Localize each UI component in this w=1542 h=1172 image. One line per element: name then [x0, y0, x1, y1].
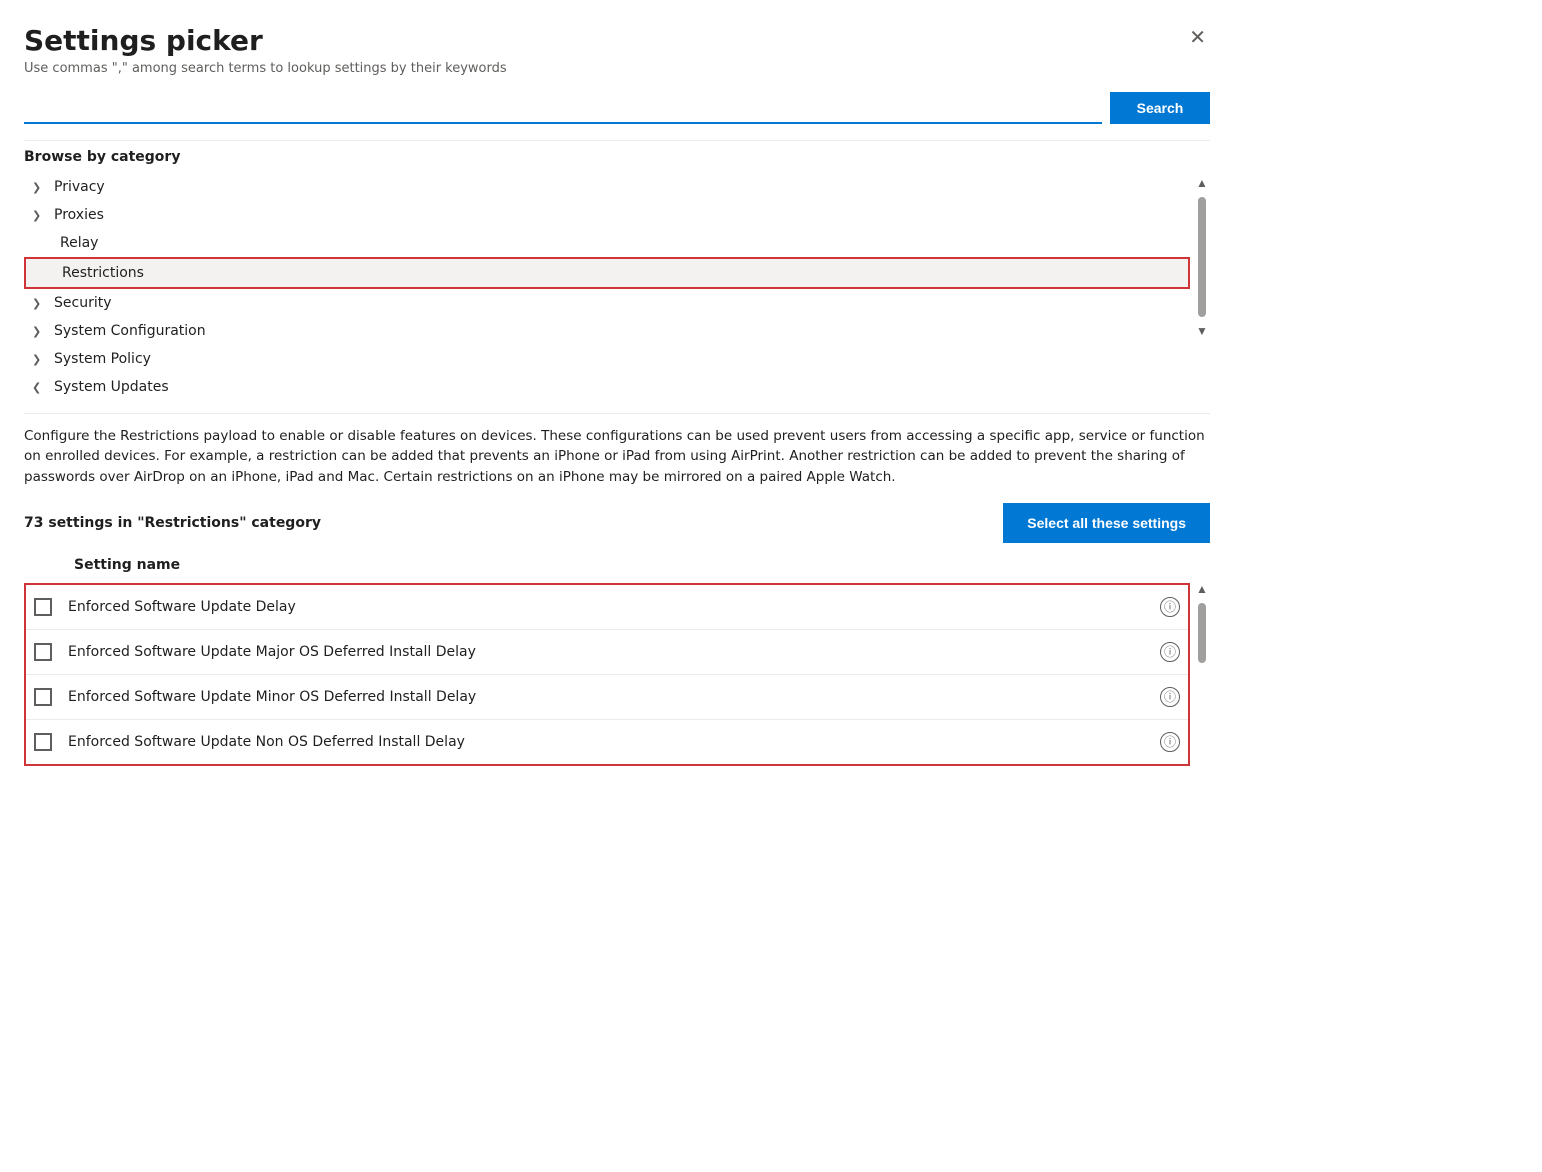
table-row: Enforced Software Update Non OS Deferred…: [26, 720, 1188, 764]
setting-name-4: Enforced Software Update Non OS Deferred…: [68, 734, 1160, 750]
table-row: Enforced Software Update Major OS Deferr…: [26, 630, 1188, 675]
category-label: System Configuration: [54, 323, 206, 339]
category-label: System Policy: [54, 351, 151, 367]
chevron-down-icon: ❮: [32, 381, 48, 394]
close-button[interactable]: ✕: [1185, 24, 1210, 52]
chevron-right-icon: ❯: [32, 297, 48, 310]
category-item-system-configuration[interactable]: ❯ System Configuration: [24, 317, 1190, 345]
info-icon-3[interactable]: ⓘ: [1160, 687, 1180, 707]
category-scrollbar[interactable]: ▲ ▼: [1194, 173, 1210, 401]
browse-category-label: Browse by category: [24, 149, 1210, 165]
setting-checkbox-4[interactable]: [34, 733, 52, 751]
category-label: System Updates: [54, 379, 169, 395]
chevron-right-icon: ❯: [32, 325, 48, 338]
settings-scrollbar[interactable]: ▲: [1194, 579, 1210, 667]
category-label: Relay: [60, 235, 98, 251]
search-button[interactable]: Search: [1110, 92, 1210, 124]
select-all-button[interactable]: Select all these settings: [1003, 503, 1210, 543]
info-icon-4[interactable]: ⓘ: [1160, 732, 1180, 752]
category-item-security[interactable]: ❯ Security: [24, 289, 1190, 317]
top-divider: [24, 140, 1210, 141]
category-label: Restrictions: [62, 265, 144, 281]
settings-count: 73 settings in "Restrictions" category: [24, 515, 321, 531]
description-text: Configure the Restrictions payload to en…: [24, 426, 1210, 487]
settings-count-row: 73 settings in "Restrictions" category S…: [24, 503, 1210, 543]
category-list-wrapper: ❯ Privacy ❯ Proxies Relay Restrictions ❯…: [24, 173, 1210, 401]
search-row: Search: [24, 92, 1210, 124]
chevron-right-icon: ❯: [32, 181, 48, 194]
setting-checkbox-3[interactable]: [34, 688, 52, 706]
info-icon-1[interactable]: ⓘ: [1160, 597, 1180, 617]
category-item-restrictions[interactable]: Restrictions: [24, 257, 1190, 289]
info-icon-2[interactable]: ⓘ: [1160, 642, 1180, 662]
setting-checkbox-1[interactable]: [34, 598, 52, 616]
middle-divider: [24, 413, 1210, 414]
table-row: Enforced Software Update Minor OS Deferr…: [26, 675, 1188, 720]
search-input[interactable]: [24, 92, 1102, 124]
table-row: Enforced Software Update Delay ⓘ: [26, 585, 1188, 630]
settings-picker-dialog: Settings picker ✕ Use commas "," among s…: [0, 0, 1242, 1100]
scroll-thumb[interactable]: [1198, 197, 1206, 317]
category-item-proxies[interactable]: ❯ Proxies: [24, 201, 1190, 229]
settings-scroll-thumb[interactable]: [1198, 603, 1206, 663]
category-item-system-policy[interactable]: ❯ System Policy: [24, 345, 1190, 373]
dialog-subtitle: Use commas "," among search terms to loo…: [24, 61, 1210, 76]
settings-scroll-up-arrow[interactable]: ▲: [1196, 579, 1208, 599]
category-item-system-updates[interactable]: ❮ System Updates: [24, 373, 1190, 401]
column-header: Setting name: [24, 551, 1210, 579]
dialog-title: Settings picker: [24, 24, 263, 57]
scroll-up-arrow[interactable]: ▲: [1196, 173, 1208, 193]
setting-name-2: Enforced Software Update Major OS Deferr…: [68, 644, 1160, 660]
category-item-relay[interactable]: Relay: [24, 229, 1190, 257]
setting-name-3: Enforced Software Update Minor OS Deferr…: [68, 689, 1160, 705]
settings-list: Enforced Software Update Delay ⓘ Enforce…: [24, 583, 1190, 766]
category-label: Proxies: [54, 207, 104, 223]
chevron-right-icon: ❯: [32, 209, 48, 222]
category-label: Security: [54, 295, 112, 311]
category-item-privacy[interactable]: ❯ Privacy: [24, 173, 1190, 201]
dialog-header: Settings picker ✕: [24, 24, 1210, 57]
setting-checkbox-2[interactable]: [34, 643, 52, 661]
category-list: ❯ Privacy ❯ Proxies Relay Restrictions ❯…: [24, 173, 1190, 401]
chevron-right-icon: ❯: [32, 353, 48, 366]
scroll-down-arrow[interactable]: ▼: [1196, 321, 1208, 341]
category-label: Privacy: [54, 179, 105, 195]
settings-list-wrapper: Enforced Software Update Delay ⓘ Enforce…: [24, 579, 1210, 766]
setting-name-1: Enforced Software Update Delay: [68, 599, 1160, 615]
